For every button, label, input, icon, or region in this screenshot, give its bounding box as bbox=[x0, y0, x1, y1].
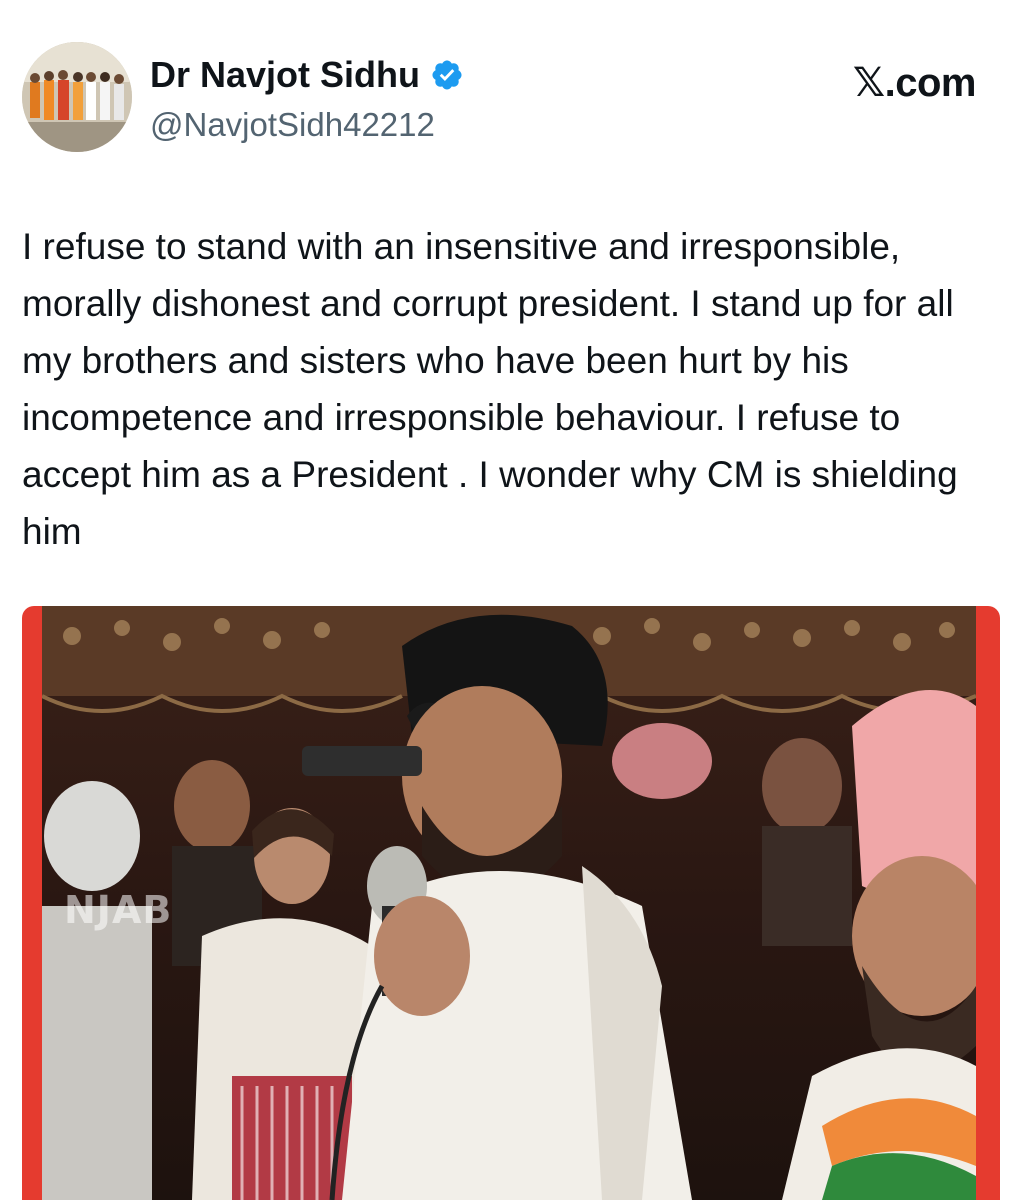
user-handle[interactable]: @NavjotSidh42212 bbox=[150, 106, 435, 144]
name-row: Dr Navjot Sidhu bbox=[150, 54, 464, 96]
media-image bbox=[42, 606, 976, 1200]
display-name[interactable]: Dr Navjot Sidhu bbox=[150, 54, 420, 96]
tweet-media[interactable]: NJAB bbox=[22, 606, 1000, 1200]
channel-watermark: NJAB bbox=[64, 888, 173, 932]
tweet-header: Dr Navjot Sidhu @NavjotSidh42212 𝕏.com bbox=[22, 42, 982, 154]
verified-badge-icon bbox=[430, 58, 464, 92]
avatar[interactable] bbox=[22, 42, 132, 152]
video-frame[interactable]: NJAB bbox=[42, 606, 976, 1200]
source-label: 𝕏.com bbox=[852, 61, 977, 105]
tweet-text: I refuse to stand with an insensitive an… bbox=[22, 226, 958, 552]
avatar-photo bbox=[22, 42, 132, 152]
